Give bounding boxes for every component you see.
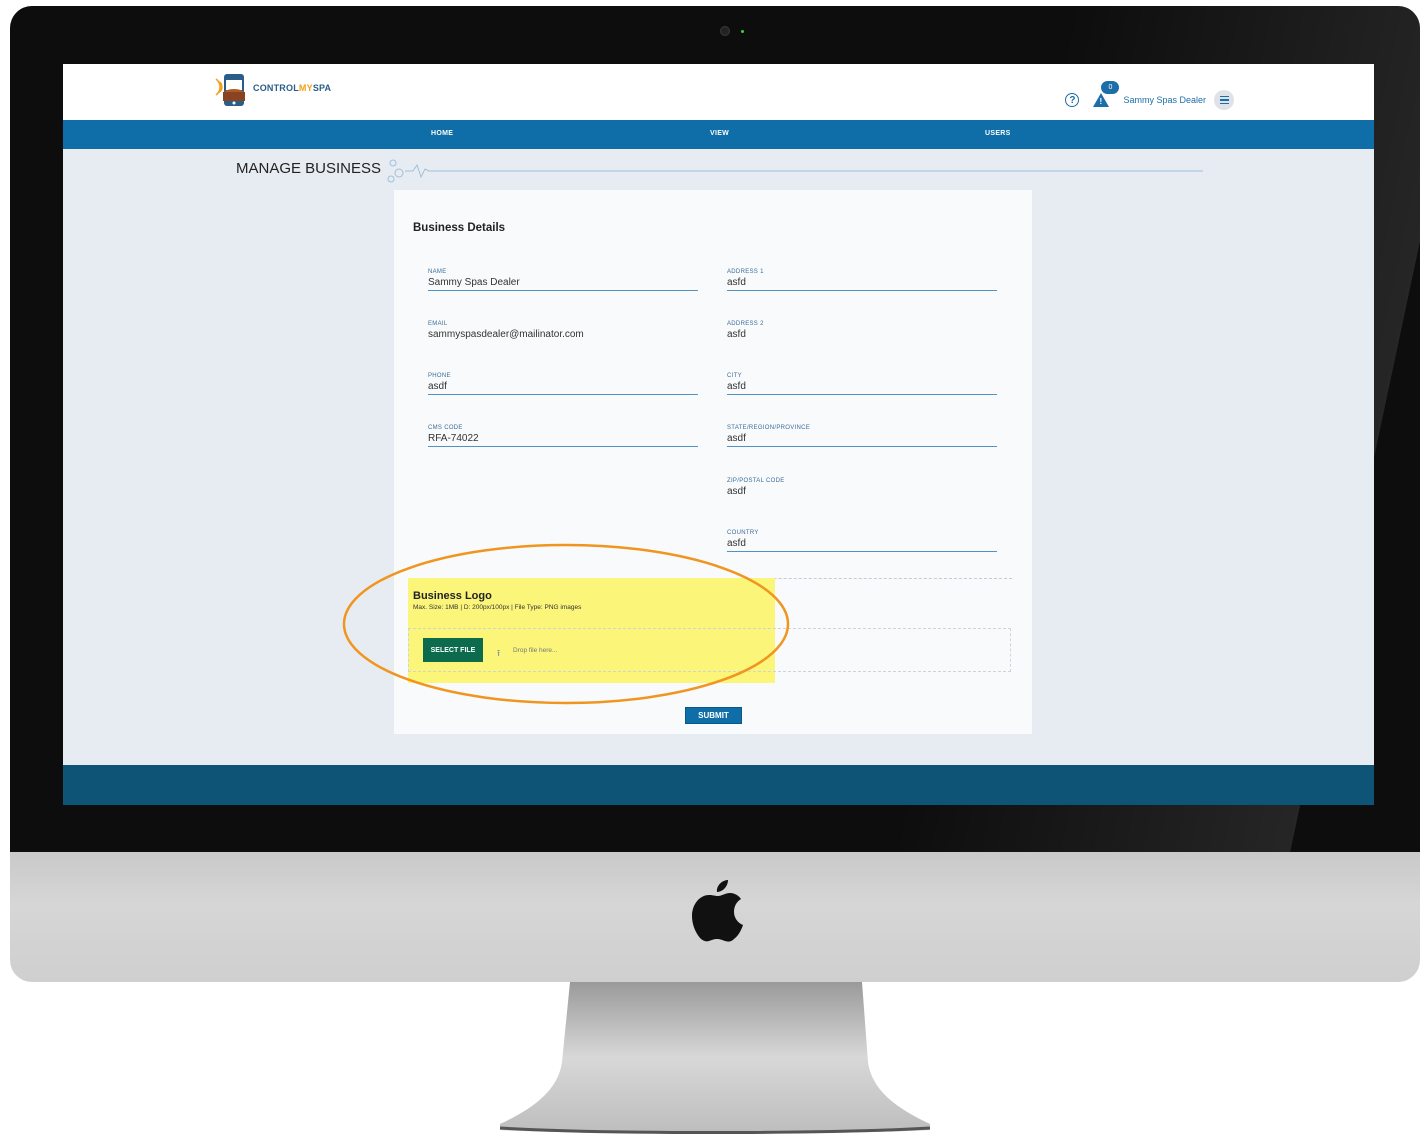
brand-name: CONTROLMYSPA [253,83,331,93]
main-nav: HOME VIEW USERS [63,120,1374,149]
user-area: ? ! 0 Sammy Spas Dealer [1065,81,1234,110]
address1-label: ADDRESS 1 [727,269,764,275]
phone-input[interactable]: asdf [428,381,698,395]
zip-label: ZIP/POSTAL CODE [727,478,785,484]
user-name[interactable]: Sammy Spas Dealer [1123,95,1206,105]
section-title: Business Details [413,222,506,234]
alerts-button[interactable]: ! 0 [1093,81,1120,107]
notification-badge: 0 [1101,81,1120,94]
camera [720,26,730,36]
nav-home[interactable]: HOME [431,130,453,137]
cms-code-input[interactable]: RFA-74022 [428,433,698,447]
address2-field[interactable]: ADDRESS 2 asfd [727,321,997,342]
phone-field[interactable]: PHONE asdf [428,373,698,395]
alert-mark: ! [1099,97,1103,106]
monitor-stand [500,982,930,1134]
state-label: STATE/REGION/PROVINCE [727,425,811,431]
submit-button[interactable]: SUBMIT [685,707,742,724]
brand-name-part2: MY [298,83,313,93]
title-decoration [387,159,1203,183]
address2-input[interactable]: asfd [727,329,997,342]
cms-code-field[interactable]: CMS CODE RFA-74022 [428,425,698,447]
help-icon[interactable]: ? [1065,93,1080,107]
city-label: CITY [727,373,742,379]
brand-name-part1: CONTROL [253,83,299,93]
address1-field[interactable]: ADDRESS 1 asfd [727,269,997,291]
email-input[interactable]: sammyspasdealer@mailinator.com [428,329,698,342]
country-label: COUNTRY [727,530,759,536]
zip-field[interactable]: ZIP/POSTAL CODE asdf [727,478,997,499]
cms-code-label: CMS CODE [428,425,463,431]
brand-name-part3: SPA [312,83,332,93]
annotation-ellipse [342,543,790,705]
phone-label: PHONE [428,373,451,379]
name-field[interactable]: NAME Sammy Spas Dealer [428,269,698,291]
name-input[interactable]: Sammy Spas Dealer [428,277,698,291]
address2-label: ADDRESS 2 [727,321,764,327]
address1-input[interactable]: asfd [727,277,997,291]
zip-input[interactable]: asdf [727,486,997,499]
brand-logo[interactable]: CONTROLMYSPA [213,68,331,108]
email-field[interactable]: EMAIL sammyspasdealer@mailinator.com [428,321,698,342]
state-input[interactable]: asdf [727,433,997,447]
apple-logo-icon [692,880,743,942]
hamburger-menu-icon[interactable] [1214,90,1234,110]
city-field[interactable]: CITY asfd [727,373,997,395]
page-title: MANAGE BUSINESS [236,160,382,177]
nav-users[interactable]: USERS [985,130,1011,137]
nav-view[interactable]: VIEW [710,130,729,137]
email-label: EMAIL [428,321,448,327]
spa-remote-icon [215,74,245,106]
name-label: NAME [428,269,447,275]
camera-led [741,30,744,33]
footer-bar [63,765,1374,805]
state-field[interactable]: STATE/REGION/PROVINCE asdf [727,425,997,447]
top-bar: CONTROLMYSPA ? ! 0 Sammy Spas Dealer [63,64,1374,120]
city-input[interactable]: asfd [727,381,997,395]
